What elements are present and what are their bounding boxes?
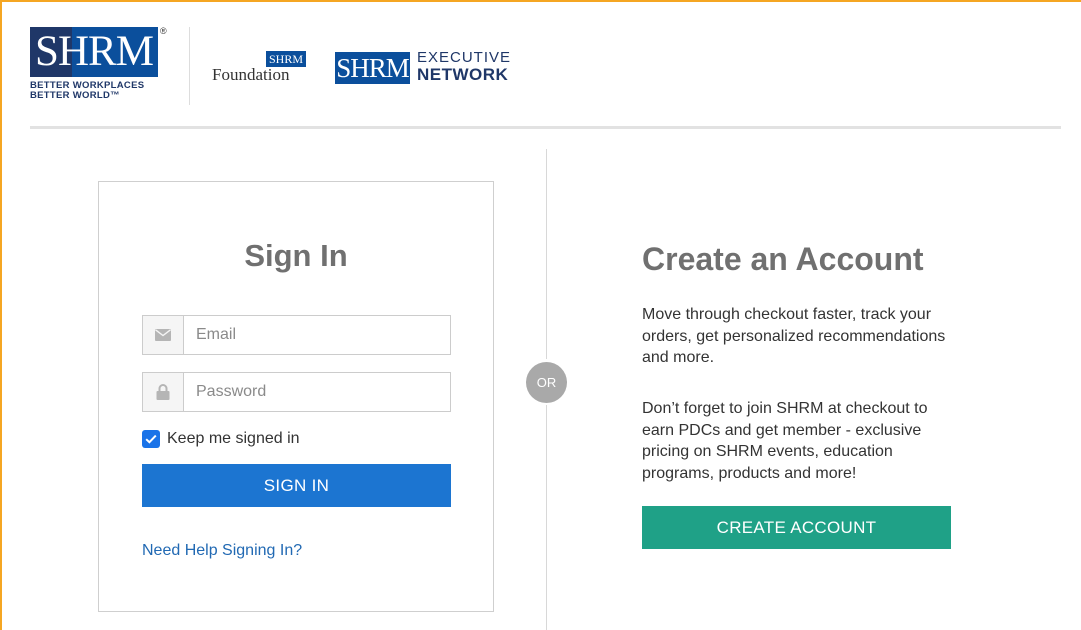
sign-in-button[interactable]: SIGN IN (142, 464, 451, 507)
create-account-description: Move through checkout faster, track your… (642, 306, 946, 366)
divider-line-bottom (546, 405, 547, 630)
signin-title: Sign In (244, 238, 348, 273)
check-icon (145, 434, 157, 444)
need-help-link[interactable]: Need Help Signing In? (142, 542, 302, 560)
executive-logo-mark: SHRM (335, 52, 410, 84)
foundation-logo-text: Foundation (212, 65, 290, 84)
shrm-logo[interactable]: SHRM ® BETTER WORKPLACES BETTER WORLD™ (30, 26, 170, 107)
create-account-title: Create an Account (642, 241, 924, 277)
header-rule (30, 126, 1061, 129)
signin-panel: Sign In Keep me signed in SIGN IN Need H… (98, 181, 494, 612)
executive-logo-bottom: NETWORK (417, 65, 509, 84)
header-divider (189, 27, 190, 105)
shrm-logo-text: SHRM (35, 28, 154, 75)
email-input[interactable] (184, 316, 448, 354)
shrm-tagline-line2: BETTER WORLD™ (30, 90, 120, 101)
shrm-foundation-logo[interactable]: SHRM Foundation (212, 51, 312, 91)
registered-mark: ® (160, 26, 167, 36)
envelope-icon (143, 316, 184, 354)
shrm-logo-box: SHRM (30, 27, 158, 77)
shrm-tagline: BETTER WORKPLACES BETTER WORLD™ (30, 81, 144, 101)
password-field[interactable] (142, 372, 451, 412)
keep-signed-in-checkbox[interactable] (142, 430, 160, 448)
create-account-button[interactable]: CREATE ACCOUNT (642, 506, 951, 549)
or-badge: OR (526, 362, 567, 403)
shrm-executive-network-logo[interactable]: SHRM EXECUTIVE NETWORK (335, 49, 535, 90)
password-input[interactable] (184, 373, 448, 411)
create-account-membership-note: Don’t forget to join SHRM at checkout to… (642, 400, 928, 482)
divider-line-top (546, 149, 547, 359)
keep-signed-in-row[interactable]: Keep me signed in (142, 429, 300, 449)
lock-icon (143, 373, 184, 411)
keep-signed-in-label: Keep me signed in (167, 430, 300, 447)
site-header: SHRM ® BETTER WORKPLACES BETTER WORLD™ S… (0, 0, 1081, 130)
executive-logo-top: EXECUTIVE (417, 49, 512, 66)
email-field[interactable] (142, 315, 451, 355)
